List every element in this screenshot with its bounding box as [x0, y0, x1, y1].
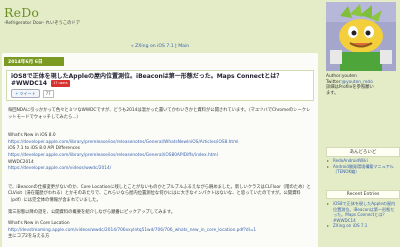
body-heading: iOS 7.1 to iOS 8.0 API Differences	[8, 146, 80, 152]
share-row: ✦ ツイート 77	[11, 89, 309, 98]
list-item[interactable]: ZXing on iOS 7.1	[327, 223, 398, 229]
tweet-button[interactable]: ✦ ツイート	[11, 89, 40, 98]
nav-separator: |	[175, 44, 177, 49]
tweet-count: 77	[42, 89, 54, 98]
body-link[interactable]: http://devstreaming.apple.com/videos/wwd…	[8, 228, 256, 233]
body-paragraph: 主にコブ2を与える方	[8, 234, 50, 240]
about-widget-list: RedoAndroidWiki Android開発環境構築マニュアル（TENOK…	[326, 158, 398, 175]
body-heading: What's New in iOS 8.0	[8, 133, 56, 139]
recent-entry-link[interactable]: iOS8で正体を現したAppleの屋内位置測位。iBeaconは第一形態だった。…	[333, 201, 395, 223]
profile-note-cont: ます。	[326, 90, 339, 96]
author-info: Author:youten Twitter:@youten_redo 詳細はPr…	[326, 74, 398, 96]
body-link[interactable]: https://developer.apple.com/library/prer…	[8, 153, 218, 158]
list-item[interactable]: iOS8で正体を現したAppleの屋内位置測位。iBeaconは第一形態だった。…	[327, 201, 398, 223]
body-paragraph: 第三形態以降の話を、公開資料の概要を紹介しながら順番にピックアップしてみます。	[8, 209, 176, 215]
body-heading: What's New in Core Location	[8, 221, 70, 227]
entry-nav: « ZXing on iOS 7.1 | Main	[0, 44, 320, 49]
main-link[interactable]: Main	[178, 44, 189, 49]
prev-entry-link[interactable]: « ZXing on iOS 7.1	[131, 44, 174, 49]
hatena-bookmark-count[interactable]: 17 users	[51, 80, 70, 87]
entry-panel: 2014年6月 6日 iOS8で正体を現したAppleの屋内位置測位。iBeac…	[2, 53, 318, 247]
about-widget-title: あんどろいど	[326, 147, 400, 157]
about-link[interactable]: Android開発環境構築マニュアル（TENOK編）	[333, 164, 394, 175]
entry-date: 2014年6月 6日	[4, 57, 64, 66]
sidebar: Author:youten Twitter:@youten_redo 詳細はPr…	[324, 0, 400, 247]
body-link[interactable]: https://developer.apple.com/videos/wwdc/…	[8, 166, 111, 171]
entry-header: iOS8で正体を現したAppleの屋内位置測位。iBeaconは第一形態だった。…	[6, 70, 314, 101]
site-header: ReDo -Refrigerator Door- れいぞうこのドア	[4, 6, 80, 26]
twitter-bird-icon: ✦	[15, 90, 19, 96]
entry-body: 毎回NDAに引っかかって色々とミツなWWDCですが、どうも2014は温かった書い…	[2, 108, 318, 241]
tweet-button-label: ツイート	[19, 90, 36, 96]
recent-entries-title: Recent Entries	[326, 190, 400, 199]
recent-entry-link[interactable]: ZXing on iOS 7.1	[333, 223, 367, 228]
site-subtitle: -Refrigerator Door- れいぞうこのドア	[4, 21, 81, 26]
recent-entries-list: iOS8で正体を現したAppleの屋内位置測位。iBeaconは第一形態だった。…	[326, 201, 398, 229]
list-item[interactable]: Android開発環境構築マニュアル（TENOK編）	[327, 164, 398, 175]
body-paragraph: 毎回NDAに引っかかって色々とミツなWWDCですが、どうも2014は温かった書い…	[8, 108, 311, 120]
body-link[interactable]: https://developer.apple.com/library/prer…	[8, 140, 238, 145]
twitter-handle-link[interactable]: @youten_redo	[342, 80, 373, 85]
author-photo	[326, 2, 396, 71]
twitter-prefix: Twitter:	[326, 79, 342, 85]
avatar	[326, 2, 396, 71]
entry-title[interactable]: iOS8で正体を現したAppleの屋内位置測位。iBeaconは第一形態だった。…	[11, 73, 309, 87]
body-paragraph: で、iBeaconの仕様変更がないのか、Core Locationに残しとことが…	[8, 184, 311, 203]
about-link[interactable]: RedoAndroidWiki	[333, 158, 368, 163]
site-title[interactable]: ReDo	[4, 6, 80, 19]
